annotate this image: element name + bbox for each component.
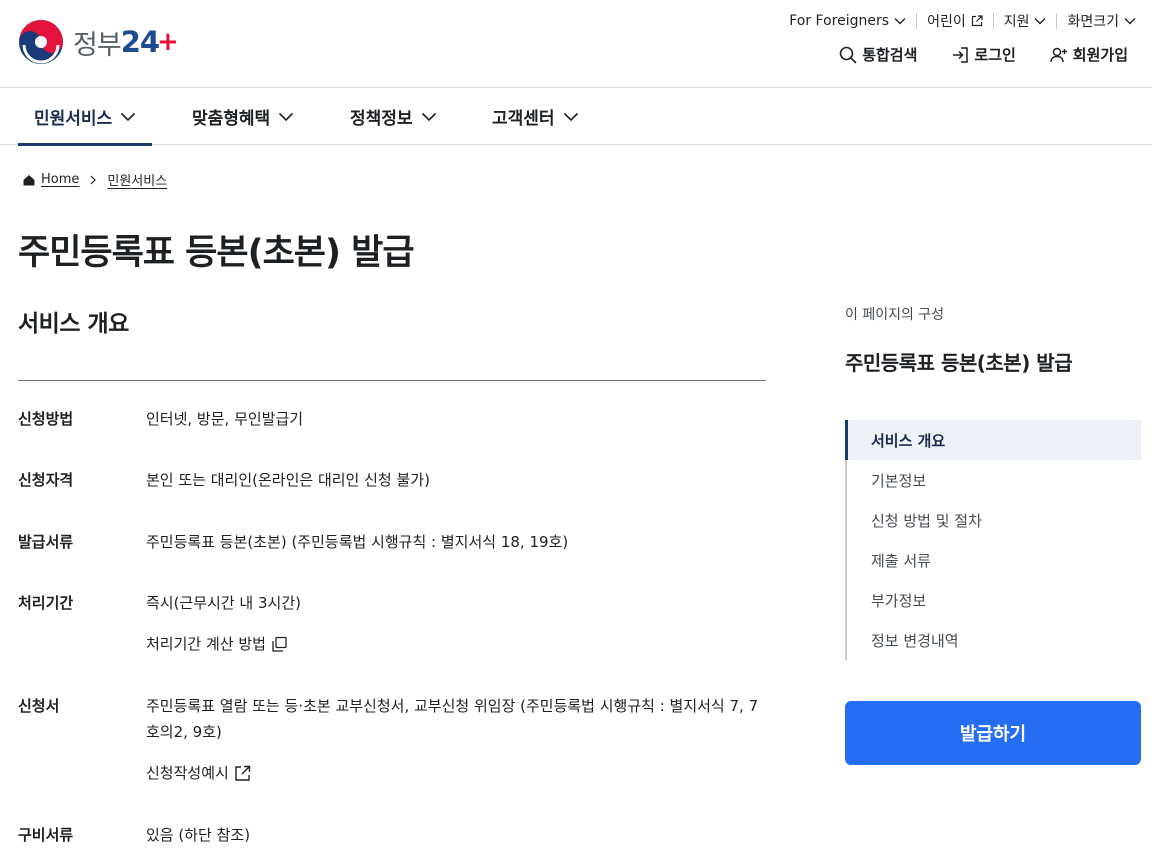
logo-plus: +: [157, 27, 179, 57]
toc-caption: 이 페이지의 구성: [845, 307, 945, 323]
toc-item-change-history[interactable]: 정보 변경내역: [847, 620, 1141, 660]
chevron-down-icon: [279, 112, 294, 121]
chevron-down-icon: [1034, 18, 1046, 25]
search-icon: [839, 46, 857, 64]
link-label: 처리기간 계산 방법: [146, 635, 266, 653]
nav-custom-benefits[interactable]: 맞춤형혜택: [192, 88, 294, 145]
util-label: 지원: [1003, 14, 1030, 30]
row-label: 발급서류: [18, 533, 74, 551]
site-header: 정부 24 + For Foreigners 어린이 지원 화면크기 통합검색 …: [0, 0, 1152, 88]
link-label: 신청작성예시: [146, 764, 229, 782]
row-value: 주민등록표 등본(초본) (주민등록법 시행규칙 : 별지서식 18, 19호): [146, 533, 569, 551]
integrated-search-button[interactable]: 통합검색: [839, 44, 917, 65]
processing-time-calc-link[interactable]: 처리기간 계산 방법: [146, 631, 288, 657]
nav-policy-info[interactable]: 정책정보: [350, 88, 437, 145]
logo-number: 24: [120, 25, 160, 59]
nav-label: 민원서비스: [34, 109, 113, 129]
logo-text: 정부: [73, 29, 122, 61]
util-label: 어린이: [927, 14, 966, 30]
chevron-down-icon: [121, 112, 136, 121]
search-label: 통합검색: [862, 46, 918, 64]
section-title: 서비스 개요: [18, 311, 129, 337]
signup-button[interactable]: 회원가입: [1050, 44, 1128, 65]
account-menu: 통합검색 로그인 회원가입: [839, 44, 1128, 65]
util-screen-size[interactable]: 화면크기: [1056, 13, 1136, 30]
taegeuk-emblem-icon: [19, 20, 63, 64]
login-icon: [953, 46, 969, 63]
main-navigation: 민원서비스 맞춤형혜택 정책정보 고객센터: [0, 88, 1152, 146]
nav-label: 고객센터: [492, 109, 555, 129]
row-label: 처리기간: [18, 594, 74, 612]
row-value: 즉시(근무시간 내 3시간) 처리기간 계산 방법: [146, 590, 766, 657]
copy-icon: [272, 636, 287, 652]
row-value-text: 주민등록표 열람 또는 등·초본 교부신청서, 교부신청 위임장 (주민등록법 …: [146, 697, 759, 741]
toc-item-basic-info[interactable]: 기본정보: [847, 460, 1141, 500]
row-label: 신청서: [18, 697, 60, 715]
breadcrumb-home[interactable]: Home: [41, 172, 79, 187]
row-value: 주민등록표 열람 또는 등·초본 교부신청서, 교부신청 위임장 (주민등록법 …: [146, 693, 766, 786]
toc-item-additional-info[interactable]: 부가정보: [847, 580, 1141, 620]
issue-button[interactable]: 발급하기: [845, 701, 1141, 765]
row-value: 인터넷, 방문, 무인발급기: [146, 410, 304, 428]
toc-title: 주민등록표 등본(초본) 발급: [845, 351, 1073, 375]
chevron-down-icon: [1124, 18, 1136, 25]
page-title: 주민등록표 등본(초본) 발급: [18, 233, 415, 273]
section-divider: [18, 380, 766, 381]
row-label: 신청방법: [18, 410, 74, 428]
nav-customer-center[interactable]: 고객센터: [492, 88, 579, 145]
nav-label: 맞춤형혜택: [192, 109, 271, 129]
nav-label: 정책정보: [350, 109, 413, 129]
toc-item-method-procedure[interactable]: 신청 방법 및 절차: [847, 500, 1141, 540]
util-kids[interactable]: 어린이: [916, 13, 993, 30]
nav-civil-service[interactable]: 민원서비스: [18, 88, 153, 146]
chevron-right-icon: [90, 175, 97, 184]
table-of-contents: 서비스 개요 기본정보 신청 방법 및 절차 제출 서류 부가정보 정보 변경내…: [845, 420, 1141, 660]
chevron-down-icon: [563, 112, 578, 121]
util-support[interactable]: 지원: [992, 13, 1057, 30]
util-for-foreigners[interactable]: For Foreigners: [779, 13, 916, 29]
application-example-link[interactable]: 신청작성예시: [146, 760, 251, 786]
row-value-text: 즉시(근무시간 내 3시간): [146, 594, 301, 612]
util-label: 화면크기: [1067, 14, 1119, 30]
row-value: 있음 (하단 참조): [146, 826, 251, 844]
chevron-down-icon: [894, 18, 906, 25]
row-value: 본인 또는 대리인(온라인은 대리인 신청 불가): [146, 471, 430, 489]
login-button[interactable]: 로그인: [951, 44, 1016, 65]
chevron-down-icon: [421, 112, 436, 121]
row-label: 구비서류: [18, 826, 74, 844]
breadcrumb-current[interactable]: 민원서비스: [107, 170, 167, 189]
util-label: For Foreigners: [789, 13, 890, 29]
external-link-icon: [971, 15, 983, 27]
toc-item-documents[interactable]: 제출 서류: [847, 540, 1141, 580]
row-label: 신청자격: [18, 471, 74, 489]
gov24-logo[interactable]: 정부 24 +: [18, 19, 179, 65]
signup-label: 회원가입: [1072, 46, 1128, 64]
login-label: 로그인: [974, 46, 1016, 64]
home-icon: [23, 174, 35, 185]
utility-menu: For Foreigners 어린이 지원 화면크기: [779, 10, 1136, 32]
add-user-icon: [1050, 47, 1067, 62]
external-link-icon: [235, 765, 251, 781]
toc-item-service-overview[interactable]: 서비스 개요: [845, 420, 1141, 460]
breadcrumb: Home 민원서비스: [22, 170, 167, 189]
